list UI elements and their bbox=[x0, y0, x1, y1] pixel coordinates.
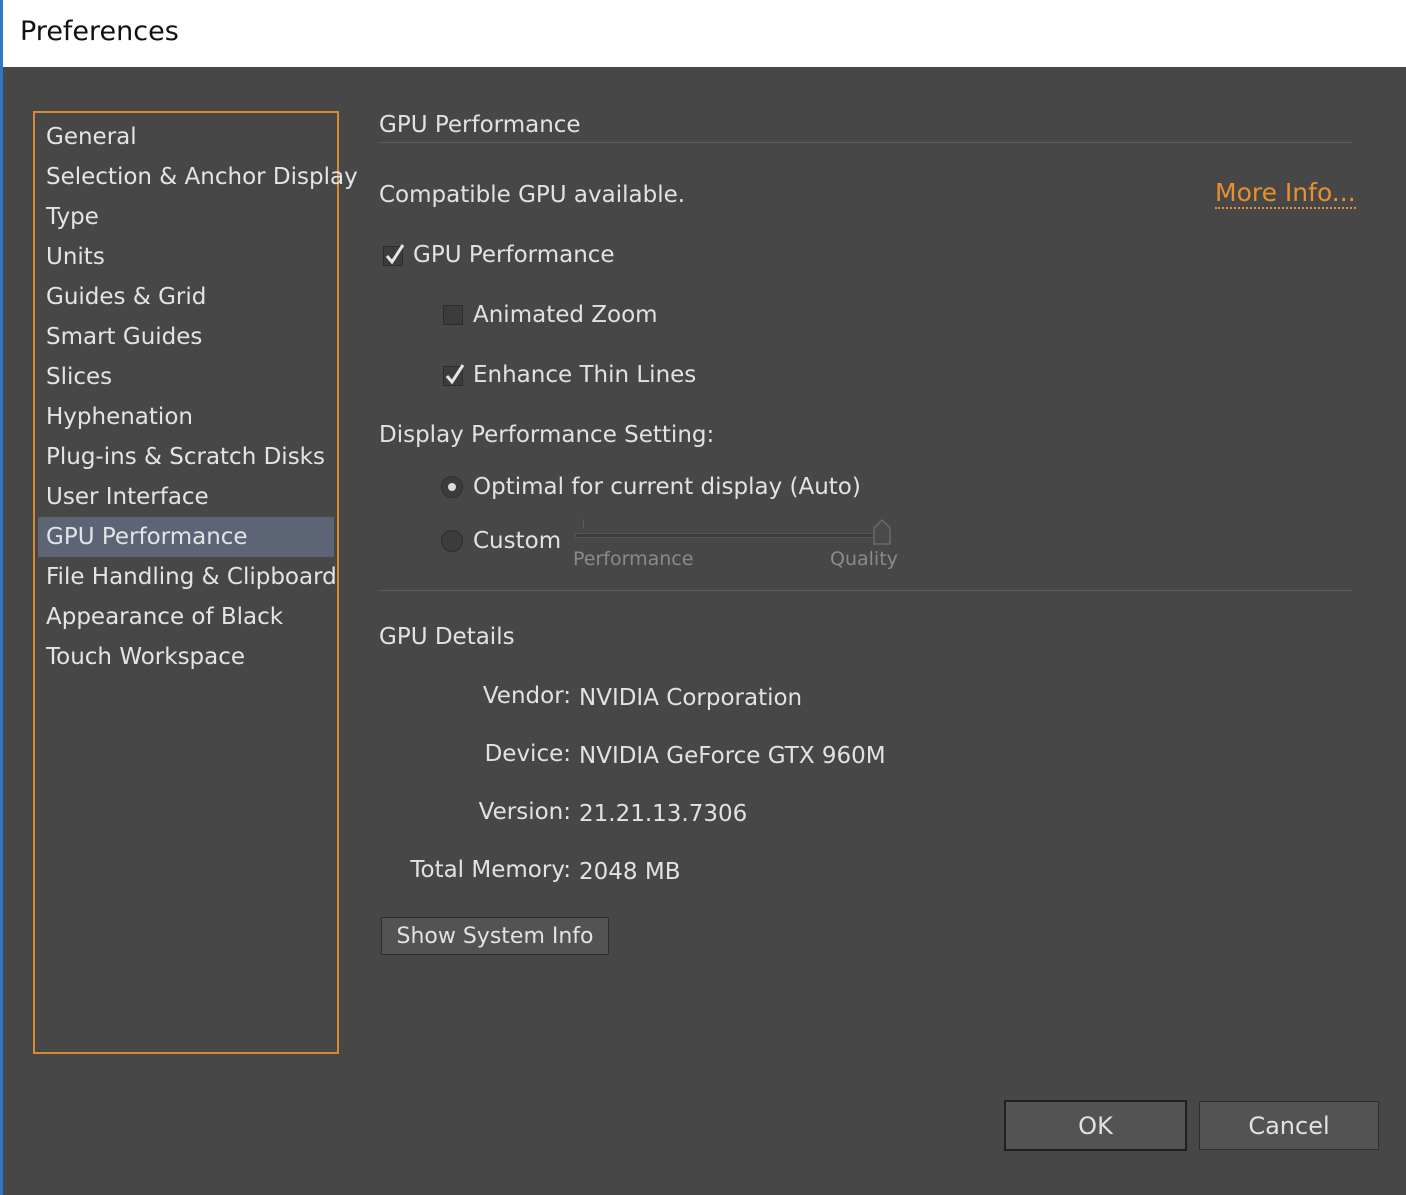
sidebar-item-gpu-performance[interactable]: GPU Performance bbox=[38, 517, 334, 557]
version-value: 21.21.13.7306 bbox=[579, 801, 748, 827]
version-key: Version: bbox=[478, 799, 571, 825]
radio-selected-dot bbox=[448, 483, 456, 491]
sidebar-item-guides-grid[interactable]: Guides & Grid bbox=[38, 277, 334, 317]
title-bar: Preferences bbox=[0, 0, 1406, 67]
gpu-status-text: Compatible GPU available. bbox=[379, 182, 686, 208]
details-divider bbox=[379, 590, 1352, 591]
gpu-details-heading: GPU Details bbox=[379, 624, 515, 650]
section-title: GPU Performance bbox=[379, 112, 581, 138]
ok-button[interactable]: OK bbox=[1004, 1100, 1187, 1151]
sidebar-item-general[interactable]: General bbox=[38, 117, 334, 157]
check-icon bbox=[385, 244, 405, 265]
vendor-value: NVIDIA Corporation bbox=[579, 685, 803, 711]
slider-min-label: Performance bbox=[573, 548, 694, 570]
cancel-button[interactable]: Cancel bbox=[1199, 1101, 1379, 1150]
slider-thumb-icon[interactable] bbox=[872, 518, 892, 546]
display-performance-heading: Display Performance Setting: bbox=[379, 422, 715, 448]
quality-slider-track[interactable] bbox=[575, 533, 883, 538]
sidebar-item-hyphenation[interactable]: Hyphenation bbox=[38, 397, 334, 437]
radio-auto[interactable] bbox=[441, 476, 463, 498]
vendor-key: Vendor: bbox=[482, 683, 571, 709]
animated-zoom-label[interactable]: Animated Zoom bbox=[473, 302, 658, 328]
sidebar-item-type[interactable]: Type bbox=[38, 197, 334, 237]
sidebar-item-units[interactable]: Units bbox=[38, 237, 334, 277]
sidebar-item-smart-guides[interactable]: Smart Guides bbox=[38, 317, 334, 357]
show-system-info-button[interactable]: Show System Info bbox=[381, 917, 609, 955]
animated-zoom-checkbox[interactable] bbox=[443, 305, 463, 325]
slider-max-label: Quality bbox=[830, 548, 898, 570]
radio-custom[interactable] bbox=[441, 530, 463, 552]
device-key: Device: bbox=[484, 741, 571, 767]
memory-key: Total Memory: bbox=[410, 857, 571, 883]
sidebar-item-selection-anchor-display[interactable]: Selection & Anchor Display bbox=[38, 157, 358, 197]
memory-value: 2048 MB bbox=[579, 859, 681, 885]
sidebar-item-plugins-scratch-disks[interactable]: Plug-ins & Scratch Disks bbox=[38, 437, 334, 477]
sidebar-item-slices[interactable]: Slices bbox=[38, 357, 334, 397]
sidebar-item-touch-workspace[interactable]: Touch Workspace bbox=[38, 637, 334, 677]
sidebar-item-user-interface[interactable]: User Interface bbox=[38, 477, 334, 517]
sidebar-item-file-handling-clipboard[interactable]: File Handling & Clipboard bbox=[38, 557, 337, 597]
slider-tick bbox=[583, 519, 584, 529]
window-border bbox=[0, 67, 3, 1195]
enhance-thin-lines-label[interactable]: Enhance Thin Lines bbox=[473, 362, 696, 388]
window-title: Preferences bbox=[20, 16, 179, 47]
preferences-sidebar: General Selection & Anchor Display Type … bbox=[33, 111, 358, 1054]
more-info-link[interactable]: More Info... bbox=[1215, 179, 1356, 209]
sidebar-item-appearance-of-black[interactable]: Appearance of Black bbox=[38, 597, 334, 637]
gpu-performance-checkbox[interactable] bbox=[383, 244, 405, 266]
radio-auto-label[interactable]: Optimal for current display (Auto) bbox=[473, 474, 861, 500]
section-divider bbox=[379, 142, 1352, 143]
radio-custom-label[interactable]: Custom bbox=[473, 528, 561, 554]
check-icon bbox=[445, 364, 465, 385]
enhance-thin-lines-checkbox[interactable] bbox=[443, 364, 465, 386]
gpu-performance-label[interactable]: GPU Performance bbox=[413, 242, 615, 268]
device-value: NVIDIA GeForce GTX 960M bbox=[579, 743, 886, 769]
